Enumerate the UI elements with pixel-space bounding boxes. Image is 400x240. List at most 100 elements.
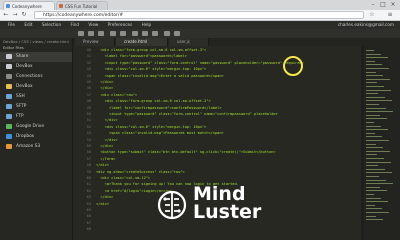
minimap-line <box>366 96 385 98</box>
maximize-icon[interactable]: □ <box>378 1 388 9</box>
new-file-icon[interactable] <box>78 31 84 36</box>
code-line[interactable]: <div class="row"> <box>96 93 137 97</box>
dropbox-icon <box>6 134 12 139</box>
sidebar-item-ssh[interactable]: SSH <box>0 92 72 102</box>
code-line[interactable]: <button type="submit" class="btn btn-def… <box>96 150 275 154</box>
minimap-line <box>366 82 377 84</box>
back-icon[interactable]: ← <box>2 11 10 19</box>
code-line[interactable]: </div> <box>96 195 113 199</box>
share-icon <box>6 54 12 59</box>
sidebar-item-amazon-s3[interactable]: Amazon S3 <box>0 142 72 152</box>
minimap-line <box>366 50 374 51</box>
minimap-line <box>366 111 393 113</box>
code-line[interactable]: </div> <box>96 202 109 206</box>
sidebar-item-sftp[interactable]: SFTP <box>0 102 72 112</box>
user-account[interactable]: charles.eakins@gmail.com <box>338 21 394 29</box>
tab-create-html[interactable]: create.html <box>116 38 168 46</box>
sidebar-item-google-drive[interactable]: Google Drive <box>0 122 72 132</box>
watermark-line-2: Luster <box>193 201 262 223</box>
undo-icon[interactable] <box>110 31 116 36</box>
menu-item-view[interactable]: View <box>88 22 98 27</box>
star-icon[interactable]: ☆ <box>368 11 376 19</box>
code-line[interactable]: <div class="col-sm-6" style="margin-top:… <box>96 67 207 71</box>
code-line[interactable]: <span class="invalid-msg">Enter a valid … <box>96 74 224 78</box>
save-all-icon[interactable] <box>98 31 104 36</box>
address-text: https://codeanywhere.com/editor/# <box>43 13 124 18</box>
line-number: 49 <box>86 105 91 110</box>
browser-tab[interactable]: CSS Fun Tutorial <box>56 1 108 10</box>
sidebar-item-connections[interactable]: Connections <box>0 72 72 82</box>
amazon-s3-icon <box>6 144 12 149</box>
save-icon[interactable] <box>88 31 94 36</box>
address-bar[interactable]: https://codeanywhere.com/editor/# <box>34 11 364 19</box>
minimap-line <box>366 179 386 181</box>
code-line[interactable]: <div class="form-group col-sm-6 col-sm-o… <box>96 48 206 52</box>
copy-icon[interactable] <box>142 31 148 36</box>
minimap-line <box>366 143 376 145</box>
redo-icon[interactable] <box>120 31 126 36</box>
menu-item-help[interactable]: Help <box>142 22 152 27</box>
cursor-highlight <box>283 56 303 76</box>
sidebar-item-label: SFTP <box>16 104 27 109</box>
code-line[interactable]: </div> <box>96 86 113 90</box>
minimap-line <box>366 75 383 77</box>
minimap-line <box>366 104 379 105</box>
minimap-line <box>366 107 386 109</box>
forward-icon[interactable]: → <box>11 11 19 19</box>
sidebar-item-share[interactable]: Share <box>0 52 72 62</box>
menu-item-edit[interactable]: Edit <box>24 22 32 27</box>
paste-icon[interactable] <box>152 31 158 36</box>
watermark-text: Mind Luster <box>193 185 262 223</box>
minimap-line <box>366 147 383 149</box>
browser-tab-label: Codeanywhere <box>12 4 42 9</box>
breadcrumb: DevBox / CSS / views / create.html <box>3 39 69 44</box>
menu-item-preferences[interactable]: Preferences <box>108 22 133 27</box>
menu-icon[interactable]: ≡ <box>386 11 394 19</box>
menu-item-file[interactable]: File <box>8 22 15 27</box>
sidebar-item-dropbox[interactable]: Dropbox <box>0 132 72 142</box>
minimap-line <box>366 150 390 152</box>
sidebar-item-ftp[interactable]: FTP <box>0 112 72 122</box>
minimize-icon[interactable]: – <box>368 1 378 9</box>
line-number: 46 <box>86 86 91 91</box>
minimap-line <box>366 212 389 213</box>
code-line[interactable]: </form> <box>96 157 115 161</box>
tab-user-js[interactable]: user.js <box>169 38 209 46</box>
code-line[interactable]: </div> <box>96 144 113 148</box>
line-number: 57 <box>86 156 91 161</box>
minimap-line <box>366 71 376 73</box>
line-number: 48 <box>86 99 91 104</box>
code-line[interactable]: <label for="confirmpassword">confirmPass… <box>96 106 222 110</box>
terminal-icon[interactable] <box>174 31 180 36</box>
code-line[interactable]: </div> <box>96 138 118 142</box>
sidebar-item-label: DevBox <box>16 64 33 69</box>
line-number: 62 <box>86 188 91 193</box>
devbox-icon <box>6 84 12 89</box>
tab-preview[interactable]: Preview <box>75 38 115 46</box>
code-line[interactable]: <div class="col-sm-12"> <box>96 176 150 180</box>
browser-tab[interactable]: Codeanywhere <box>3 1 55 10</box>
cut-icon[interactable] <box>132 31 138 36</box>
code-line[interactable]: <div class="col-sm-6" style="margin-top:… <box>96 125 207 129</box>
menu-item-selection[interactable]: Selection <box>42 22 61 27</box>
code-line[interactable]: </div> <box>96 80 113 84</box>
sidebar-item-devbox-2[interactable]: DevBox <box>0 82 72 92</box>
code-line[interactable]: <div ng-show="createSuccess" class="row"… <box>96 170 185 174</box>
minimap-line <box>366 190 387 192</box>
sidebar-item-devbox[interactable]: DevBox <box>0 62 72 72</box>
line-number: 44 <box>86 73 91 78</box>
sidebar-item-label: Dropbox <box>16 134 35 139</box>
reload-icon[interactable]: ↻ <box>20 11 28 19</box>
code-line[interactable]: </div> <box>96 118 118 122</box>
menu-item-find[interactable]: Find <box>70 22 79 27</box>
line-number: 52 <box>86 124 91 129</box>
code-line[interactable]: <label for="password">password</label> <box>96 54 187 58</box>
tab-favicon-icon <box>6 4 10 8</box>
search-icon[interactable] <box>164 31 170 36</box>
code-line[interactable]: <span class="invalid-msg">Passwords must… <box>96 131 224 135</box>
code-line[interactable]: <input type="password" class="form-contr… <box>96 112 278 116</box>
code-line[interactable]: <input type="password" class="form-contr… <box>96 61 304 65</box>
code-line[interactable]: <div class="form-group col-sm-6 col-sm-o… <box>96 99 211 103</box>
close-icon[interactable]: × <box>388 1 398 9</box>
code-line[interactable]: </div> <box>96 163 109 167</box>
